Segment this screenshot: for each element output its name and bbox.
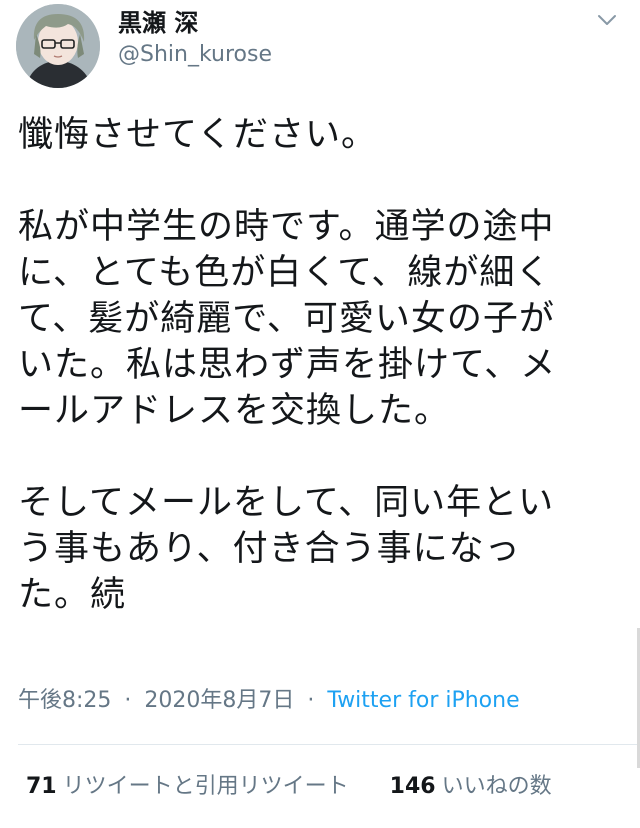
tweet-line: う事もあり、付き合う事になっ	[18, 529, 521, 569]
tweet-header: 黒瀬 深 @Shin_kurose	[0, 0, 640, 96]
tweet-line: 懺悔させてください。	[18, 115, 377, 155]
tweet-source-link[interactable]: Twitter for iPhone	[327, 688, 519, 713]
avatar[interactable]	[16, 4, 100, 88]
tweet-line: た。続	[18, 575, 127, 615]
divider	[18, 744, 640, 745]
retweets-count: 71	[26, 774, 57, 799]
tweet-line: て、髪が綺麗で、可愛い女の子が	[18, 299, 555, 339]
retweets-stat[interactable]: 71 リツイートと引用リツイート	[26, 772, 349, 802]
tweet-paragraph: 懺悔させてください。	[18, 112, 618, 158]
meta-separator: ·	[307, 688, 315, 713]
user-names: 黒瀬 深 @Shin_kurose	[118, 8, 272, 70]
tweet-line: いた。私は思わず声を掛けて、メ	[18, 345, 557, 385]
tweet-time[interactable]: 午後8:25	[18, 688, 111, 713]
retweets-label: リツイートと引用リツイート	[62, 774, 349, 799]
tweet-paragraph: 私が中学生の時です。通学の途中 に、とても色が白くて、線が細く て、髪が綺麗で、…	[18, 204, 618, 434]
likes-stat[interactable]: 146 いいねの数	[390, 772, 552, 802]
tweet-menu-button[interactable]	[596, 12, 618, 28]
meta-separator: ·	[124, 688, 132, 713]
tweet-date[interactable]: 2020年8月7日	[144, 688, 294, 713]
likes-label: いいねの数	[441, 774, 552, 799]
avatar-glasses-icon	[16, 4, 100, 88]
display-name[interactable]: 黒瀬 深	[118, 8, 272, 38]
user-handle[interactable]: @Shin_kurose	[118, 40, 272, 70]
tweet-line: ールアドレスを交換した。	[18, 391, 451, 431]
tweet-meta: 午後8:25 · 2020年8月7日 · Twitter for iPhone	[18, 686, 520, 716]
tweet-line: そしてメールをして、同い年とい	[18, 483, 555, 523]
chevron-down-icon	[598, 15, 616, 25]
tweet-line: に、とても色が白くて、線が細く	[18, 253, 552, 293]
tweet-stats: 71 リツイートと引用リツイート 146 いいねの数	[26, 772, 552, 802]
tweet-text: 懺悔させてください。 私が中学生の時です。通学の途中 に、とても色が白くて、線が…	[18, 112, 618, 618]
likes-count: 146	[389, 774, 436, 799]
tweet-paragraph: そしてメールをして、同い年とい う事もあり、付き合う事になっ た。続	[18, 480, 618, 618]
tweet-line: 私が中学生の時です。通学の途中	[18, 207, 555, 247]
